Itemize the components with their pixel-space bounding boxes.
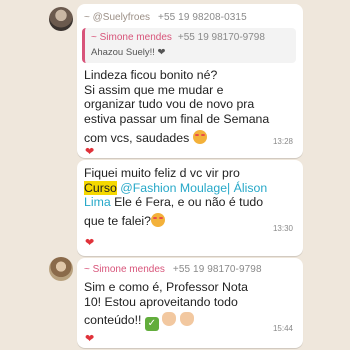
quoted-text: Ahazou Suely!! ❤	[91, 47, 166, 58]
sender-avatar[interactable]	[49, 7, 73, 31]
smiling-face-icon	[151, 213, 166, 228]
highlighted-word: Curso	[84, 180, 117, 195]
message-line: Si assim que me mudar e	[84, 82, 224, 97]
message-text: Lindeza ficou bonito né? Si assim que me…	[84, 68, 284, 146]
clapping-hands-icon	[179, 312, 194, 327]
smiling-face-icon	[192, 129, 207, 144]
message-line: 10! Estou aproveitando todo	[84, 294, 238, 309]
check-mark-icon: ✓	[144, 317, 159, 332]
message-text: Sim e como é, Professor Nota 10! Estou a…	[84, 280, 284, 332]
message-bubble[interactable]: Fiquei muito feliz d vc vir pro Curso @F…	[77, 160, 303, 256]
message-header: ~ @Suelyfroes +55 19 98208-0315	[84, 12, 247, 23]
quoted-sender-name: ~ Simone mendes	[91, 32, 172, 43]
heart-icon[interactable]: ❤	[85, 236, 94, 249]
message-line: que te falei?	[84, 214, 152, 229]
sender-avatar[interactable]	[49, 257, 73, 281]
quoted-message[interactable]: ~ Simone mendes +55 19 98170-9798 Ahazou…	[82, 28, 296, 63]
message-line: estiva passar um final de Semana	[84, 112, 270, 127]
sender-name[interactable]: ~ Simone mendes	[84, 264, 165, 275]
message-line: Sim e como é, Professor Nota	[84, 280, 249, 294]
message-time: 13:28	[272, 137, 293, 146]
mention-link[interactable]: @Fashion Moulage| Álison	[120, 181, 267, 195]
message-line: Fiquei muito feliz d vc vir pro	[84, 166, 240, 180]
clapping-hands-icon	[162, 312, 177, 327]
sender-phone: +55 19 98208-0315	[158, 12, 247, 23]
message-line: com vcs, saudades	[84, 130, 190, 145]
message-bubble[interactable]: ~ @Suelyfroes +55 19 98208-0315 ~ Simone…	[77, 4, 303, 158]
message-line: conteúdo!!	[84, 313, 142, 328]
message-line: Ele é Fera, e ou não é tudo	[114, 195, 264, 210]
message-bubble[interactable]: ~ Simone mendes +55 19 98170-9798 Sim e …	[77, 258, 303, 348]
message-line: Lindeza ficou bonito né?	[84, 68, 218, 82]
quoted-sender-phone: +55 19 98170-9798	[177, 32, 265, 43]
message-header: ~ Simone mendes +55 19 98170-9798	[84, 264, 262, 275]
heart-icon[interactable]: ❤	[85, 332, 94, 345]
message-text: Fiquei muito feliz d vc vir pro Curso @F…	[84, 166, 294, 229]
message-line: organizar tudo vou de novo pra	[84, 97, 255, 112]
message-time: 15:44	[272, 324, 293, 333]
sender-phone: +55 19 98170-9798	[172, 264, 262, 275]
heart-icon[interactable]: ❤	[85, 145, 94, 158]
mention-link[interactable]: Lima	[84, 195, 111, 209]
sender-name[interactable]: ~ @Suelyfroes	[84, 12, 150, 23]
message-time: 13:30	[272, 224, 293, 233]
